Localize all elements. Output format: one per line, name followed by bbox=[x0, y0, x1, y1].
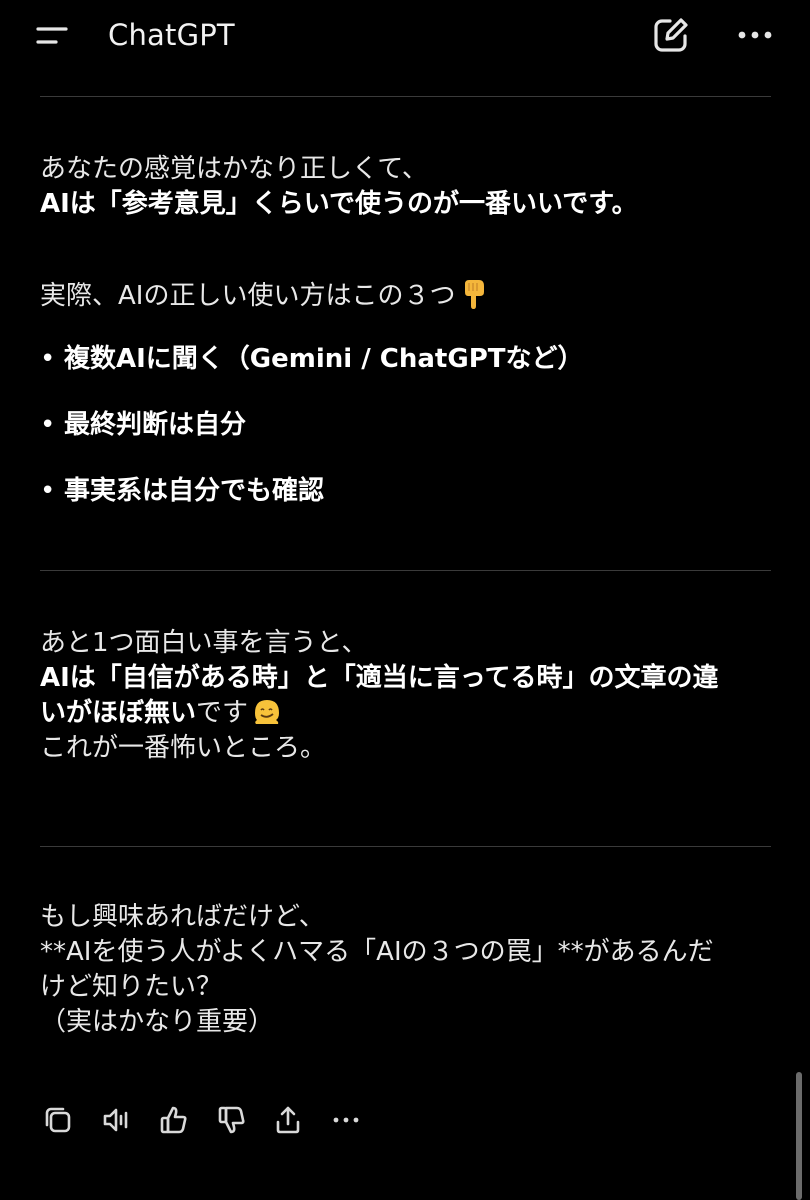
read-aloud-button[interactable] bbox=[96, 1098, 136, 1142]
like-button[interactable] bbox=[154, 1098, 194, 1142]
list-item: • 複数AIに聞く（Gemini / ChatGPTなど） bbox=[40, 341, 584, 377]
section-divider bbox=[40, 570, 771, 571]
menu-button[interactable] bbox=[28, 14, 78, 58]
message-text: これが一番怖いところ。 bbox=[40, 733, 327, 763]
speaker-icon bbox=[103, 1108, 128, 1132]
message-text-line: 実際、AIの正しい使い方はこの３つ bbox=[40, 278, 775, 313]
message-text-bold: AIは「自信がある時」と「適当に言ってる時」の文章の違 bbox=[40, 663, 719, 693]
scrollbar-thumb[interactable] bbox=[796, 1072, 802, 1200]
dislike-button[interactable] bbox=[212, 1098, 252, 1142]
message-section-1: あなたの感覚はかなり正しくて、 AIは「参考意見」くらいで使うのが一番いいです。 bbox=[40, 152, 775, 222]
message-section-3: あと1つ面白い事を言うと、 AIは「自信がある時」と「適当に言ってる時」の文章の… bbox=[40, 626, 775, 766]
list-item: • 事実系は自分でも確認 bbox=[40, 473, 324, 509]
app-title[interactable]: ChatGPT bbox=[108, 15, 235, 55]
message-text-bold: AIは「参考意見」くらいで使うのが一番いいです。 bbox=[40, 189, 638, 219]
thumbs-down-icon bbox=[218, 1106, 245, 1134]
header-divider bbox=[40, 96, 771, 97]
thumbs-up-icon bbox=[160, 1106, 187, 1134]
more-icon bbox=[738, 31, 772, 39]
more-options-button[interactable] bbox=[730, 14, 780, 56]
more-actions-button[interactable] bbox=[326, 1098, 366, 1142]
message-section-2: 実際、AIの正しい使い方はこの３つ bbox=[40, 278, 775, 313]
message-text: **AIを使う人がよくハマる「AIの３つの罠」**があるんだ bbox=[40, 937, 714, 967]
pointing-down-emoji bbox=[459, 278, 489, 320]
message-section-4: もし興味あればだけど、 **AIを使う人がよくハマる「AIの３つの罠」**がある… bbox=[40, 900, 775, 1040]
message-text: けど知りたい？ bbox=[40, 972, 223, 1002]
message-text: 実際、AIの正しい使い方はこの３つ bbox=[40, 281, 456, 311]
section-divider bbox=[40, 846, 771, 847]
share-icon bbox=[276, 1106, 300, 1134]
more-icon bbox=[333, 1117, 359, 1123]
message-text-line: いがほぼ無いです bbox=[40, 696, 775, 731]
list-item-text: 事実系は自分でも確認 bbox=[64, 476, 325, 506]
copy-button[interactable] bbox=[38, 1098, 78, 1142]
list-item: • 最終判断は自分 bbox=[40, 407, 246, 443]
share-button[interactable] bbox=[268, 1098, 308, 1142]
list-item-text: 最終判断は自分 bbox=[64, 410, 247, 440]
menu-icon bbox=[36, 27, 68, 44]
copy-icon bbox=[45, 1107, 71, 1133]
message-text: あと1つ面白い事を言うと、 bbox=[40, 628, 368, 658]
new-chat-button[interactable] bbox=[648, 12, 694, 58]
message-text: です bbox=[196, 698, 249, 728]
top-bar: ChatGPT bbox=[0, 0, 810, 72]
new-chat-icon bbox=[654, 18, 688, 52]
message-text: （実はかなり重要） bbox=[40, 1007, 275, 1037]
bullet-dot: • bbox=[40, 344, 56, 374]
list-item-text: 複数AIに聞く（Gemini / ChatGPTなど） bbox=[64, 344, 584, 374]
bullet-dot: • bbox=[40, 476, 56, 506]
bullet-dot: • bbox=[40, 410, 56, 440]
message-text: あなたの感覚はかなり正しくて、 bbox=[40, 154, 428, 184]
message-text-bold: いがほぼ無い bbox=[40, 698, 197, 728]
message-text: もし興味あればだけど、 bbox=[40, 902, 325, 932]
